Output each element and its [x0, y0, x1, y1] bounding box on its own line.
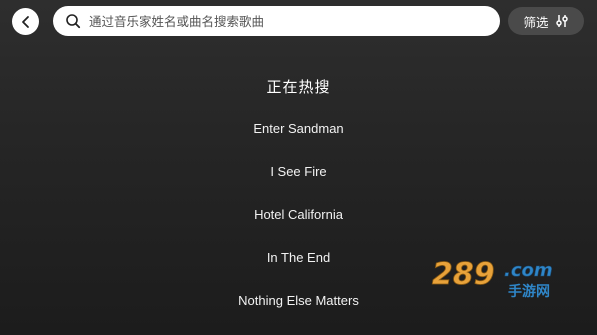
chevron-left-icon [21, 15, 29, 28]
watermark-domain: .com [504, 260, 553, 281]
hot-search-title: 正在热搜 [266, 78, 331, 96]
watermark-logo: 289 .com 手游网 [432, 257, 553, 300]
filter-button[interactable]: 筛选 [508, 7, 584, 35]
hot-search-item[interactable]: I See Fire [0, 155, 597, 198]
sliders-icon [555, 14, 569, 28]
filter-label: 筛选 [523, 14, 549, 30]
hot-search-item[interactable]: Enter Sandman [0, 112, 597, 155]
hot-search-item[interactable]: Hotel California [0, 198, 597, 241]
watermark-number: 289 [432, 257, 495, 292]
watermark-subtitle: 手游网 [508, 283, 550, 300]
search-input[interactable] [89, 13, 469, 29]
back-button[interactable] [12, 8, 39, 35]
search-icon [65, 13, 81, 29]
search-bar[interactable] [53, 6, 500, 36]
